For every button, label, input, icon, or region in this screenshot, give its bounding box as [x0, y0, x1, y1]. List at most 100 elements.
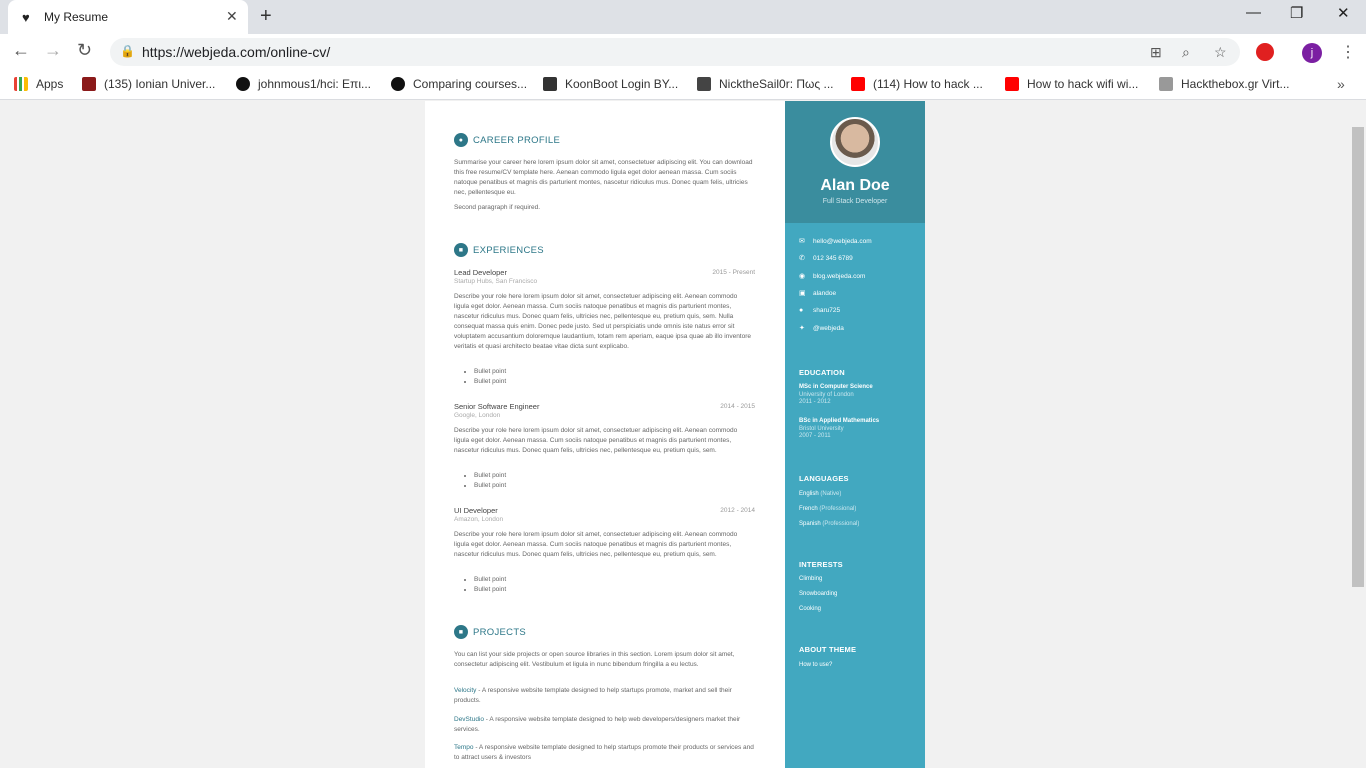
project-link[interactable]: Tempo [454, 744, 474, 751]
page-viewport: ● CAREER PROFILE Summarise your career he… [0, 101, 1350, 768]
interest-item: Snowboarding [799, 591, 838, 597]
bullet-item: Bullet point [474, 377, 506, 387]
contact-email[interactable]: ✉ hello@webjeda.com [799, 237, 872, 246]
job-company: Startup Hubs, San Francisco [454, 278, 538, 285]
bookmark-item[interactable]: Comparing courses... [391, 77, 527, 91]
github-icon [391, 77, 405, 91]
career-profile-heading: ● CAREER PROFILE [454, 133, 560, 147]
address-bar[interactable]: 🔒 ⊞ ⌕ ☆ [110, 38, 1240, 66]
bookmark-item[interactable]: johnmous1/hci: Επι... [236, 77, 371, 91]
browser-toolbar: ← → ↻ 🔒 ⊞ ⌕ ☆ [0, 34, 1366, 70]
briefcase-icon: ■ [454, 243, 468, 257]
hackthebox-icon [1159, 77, 1173, 91]
forward-icon[interactable]: → [44, 40, 62, 61]
tab-my-resume[interactable]: ♥ My Resume ✕ [8, 0, 248, 34]
interest-item: Climbing [799, 576, 823, 582]
languages-heading: LANGUAGES [799, 474, 849, 483]
globe-icon: ◉ [799, 273, 806, 280]
contact-twitter[interactable]: ✦ @webjeda [799, 324, 844, 333]
job-title: Lead Developer [454, 268, 507, 277]
bookmark-star-icon[interactable]: ☆ [1214, 44, 1227, 61]
bookmark-apps[interactable]: Apps [14, 77, 63, 91]
menu-kebab-icon[interactable]: ⋮ [1340, 42, 1356, 62]
project-item: DevStudio - A responsive website templat… [454, 716, 741, 733]
job-company: Google, London [454, 412, 501, 419]
how-to-use-link[interactable]: How to use? [799, 662, 832, 670]
bullet-item: Bullet point [474, 481, 506, 491]
url-input[interactable] [142, 44, 742, 60]
projects-heading: ■ PROJECTS [454, 625, 526, 639]
profile-photo [830, 117, 880, 167]
bullet-item: Bullet point [474, 575, 506, 585]
career-paragraph-2: Second paragraph if required. [454, 204, 541, 211]
bookmark-item[interactable]: KoonBoot Login BY... [543, 77, 678, 91]
interests-heading: INTERESTS [799, 560, 843, 569]
site-icon [697, 77, 711, 91]
more-bookmarks-icon[interactable]: » [1337, 76, 1345, 92]
bookmark-item[interactable]: NicktheSail0r: Πως ... [697, 77, 834, 91]
close-tab-icon[interactable]: ✕ [226, 8, 238, 25]
bookmark-item[interactable]: (114) How to hack ... [851, 77, 983, 91]
minimize-button[interactable]: — [1246, 4, 1261, 21]
tab-title: My Resume [44, 10, 109, 24]
restore-button[interactable]: ❐ [1290, 4, 1303, 22]
zoom-icon[interactable]: ⌕ [1182, 44, 1190, 61]
projects-intro: You can list your side projects or open … [454, 651, 735, 668]
youtube-icon [851, 77, 865, 91]
project-item: Velocity - A responsive website template… [454, 687, 732, 704]
contact-github[interactable]: ● sharu725 [799, 307, 840, 314]
browser-tabstrip: ♥ My Resume ✕ + — ❐ ✕ [0, 0, 1366, 34]
university-icon [82, 77, 96, 91]
language-item: Spanish (Professional) [799, 521, 860, 527]
site-icon [543, 77, 557, 91]
scrollbar-thumb[interactable] [1352, 127, 1364, 587]
language-item: French (Professional) [799, 506, 857, 512]
youtube-icon [1005, 77, 1019, 91]
bookmark-item[interactable]: Hackthebox.gr Virt... [1159, 77, 1290, 91]
job-bullets: Bullet point Bullet point [474, 575, 506, 595]
github-icon [236, 77, 250, 91]
job-description: Describe your role here lorem ipsum dolo… [454, 293, 752, 350]
profile-name: Alan Doe [820, 177, 890, 194]
job-date: 2012 - 2014 [720, 507, 755, 514]
close-window-button[interactable]: ✕ [1337, 4, 1350, 22]
experiences-heading: ■ EXPERIENCES [454, 243, 544, 257]
contact-website[interactable]: ◉ blog.webjeda.com [799, 272, 865, 281]
heart-icon: ♥ [22, 10, 30, 25]
project-link[interactable]: Velocity [454, 687, 476, 694]
education-item: BSc in Applied Mathematics Bristol Unive… [799, 418, 880, 439]
reload-icon[interactable]: ↻ [77, 40, 92, 61]
job-title: UI Developer [454, 506, 498, 515]
mail-icon: ✉ [799, 238, 805, 245]
job-date: 2014 - 2015 [720, 403, 755, 410]
job-bullets: Bullet point Bullet point [474, 367, 506, 387]
linkedin-icon: ▣ [799, 290, 806, 297]
user-icon: ● [454, 133, 468, 147]
translate-icon[interactable]: ⊞ [1150, 44, 1162, 61]
contact-phone[interactable]: ✆ 012 345 6789 [799, 254, 853, 263]
job-description: Describe your role here lorem ipsum dolo… [454, 531, 738, 558]
job-company: Amazon, London [454, 516, 504, 523]
career-paragraph: Summarise your career here lorem ipsum d… [454, 159, 753, 196]
profile-avatar[interactable]: j [1302, 43, 1322, 63]
bullet-item: Bullet point [474, 367, 506, 377]
new-tab-button[interactable]: + [260, 5, 272, 28]
interest-item: Cooking [799, 606, 822, 612]
resume-main: ● CAREER PROFILE Summarise your career he… [425, 101, 785, 768]
bullet-item: Bullet point [474, 471, 506, 481]
language-item: English (Native) [799, 491, 842, 497]
page-scrollbar[interactable] [1350, 101, 1366, 768]
adblock-extension-icon[interactable] [1256, 43, 1274, 61]
bookmark-item[interactable]: (135) Ionian Univer... [82, 77, 215, 91]
github-icon: ● [799, 307, 804, 314]
contact-linkedin[interactable]: ▣ alandoe [799, 289, 836, 298]
job-date: 2015 - Present [712, 269, 755, 276]
twitter-icon: ✦ [799, 325, 805, 332]
back-icon[interactable]: ← [12, 40, 30, 61]
profile-header: Alan Doe Full Stack Developer [785, 101, 925, 223]
about-theme-heading: ABOUT THEME [799, 645, 857, 654]
bookmark-item[interactable]: How to hack wifi wi... [1005, 77, 1138, 91]
lock-icon[interactable]: 🔒 [120, 44, 135, 58]
archive-icon: ■ [454, 625, 468, 639]
project-link[interactable]: DevStudio [454, 716, 484, 723]
